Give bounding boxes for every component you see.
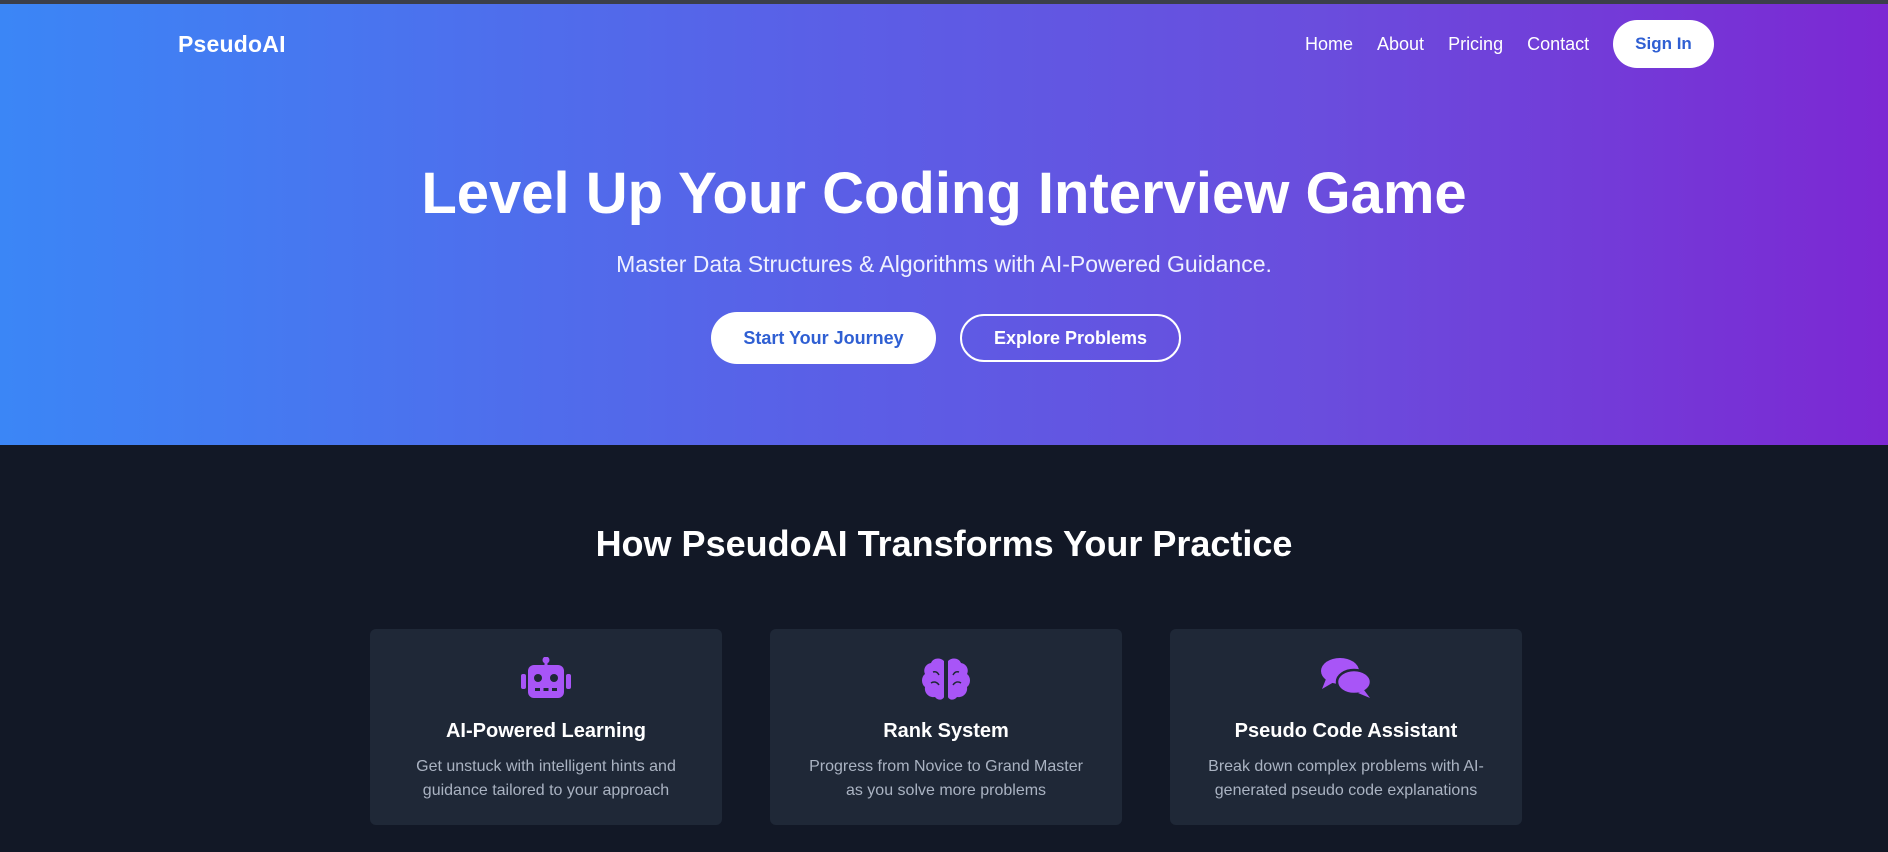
chat-bubbles-icon [1170, 657, 1522, 701]
feature-card-rank-system: Rank System Progress from Novice to Gran… [770, 629, 1122, 825]
nav-links: Home About Pricing Contact [1305, 34, 1613, 55]
feature-card-ai-learning: AI-Powered Learning Get unstuck with int… [370, 629, 722, 825]
nav-link-pricing[interactable]: Pricing [1448, 34, 1503, 55]
features-title: How PseudoAI Transforms Your Practice [595, 523, 1293, 564]
top-navigation: PseudoAI Home About Pricing Contact Sign… [0, 4, 1888, 88]
feature-card-pseudo-code: Pseudo Code Assistant Break down complex… [1170, 629, 1522, 825]
brain-icon [770, 657, 1122, 701]
nav-link-about[interactable]: About [1377, 34, 1424, 55]
feature-title: AI-Powered Learning [445, 720, 647, 742]
site-logo[interactable]: PseudoAI [178, 31, 286, 58]
hero-section: PseudoAI Home About Pricing Contact Sign… [0, 4, 1888, 445]
start-journey-button[interactable]: Start Your Journey [711, 312, 936, 364]
explore-problems-button[interactable]: Explore Problems [960, 314, 1181, 362]
feature-title: Rank System [883, 720, 1009, 742]
nav-link-home[interactable]: Home [1305, 34, 1353, 55]
nav-link-contact[interactable]: Contact [1527, 34, 1589, 55]
feature-title: Pseudo Code Assistant [1234, 720, 1458, 742]
robot-icon [370, 657, 722, 701]
hero-title: Level Up Your Coding Interview Game [421, 161, 1467, 226]
feature-description: Get unstuck with intelligent hints and g… [416, 758, 676, 799]
feature-description: Break down complex problems with AI-gene… [1208, 758, 1484, 799]
feature-description: Progress from Novice to Grand Master as … [809, 758, 1083, 799]
features-section: How PseudoAI Transforms Your Practice AI… [0, 445, 1888, 852]
hero-subtitle: Master Data Structures & Algorithms with… [616, 251, 1272, 277]
sign-in-button[interactable]: Sign In [1613, 20, 1714, 68]
